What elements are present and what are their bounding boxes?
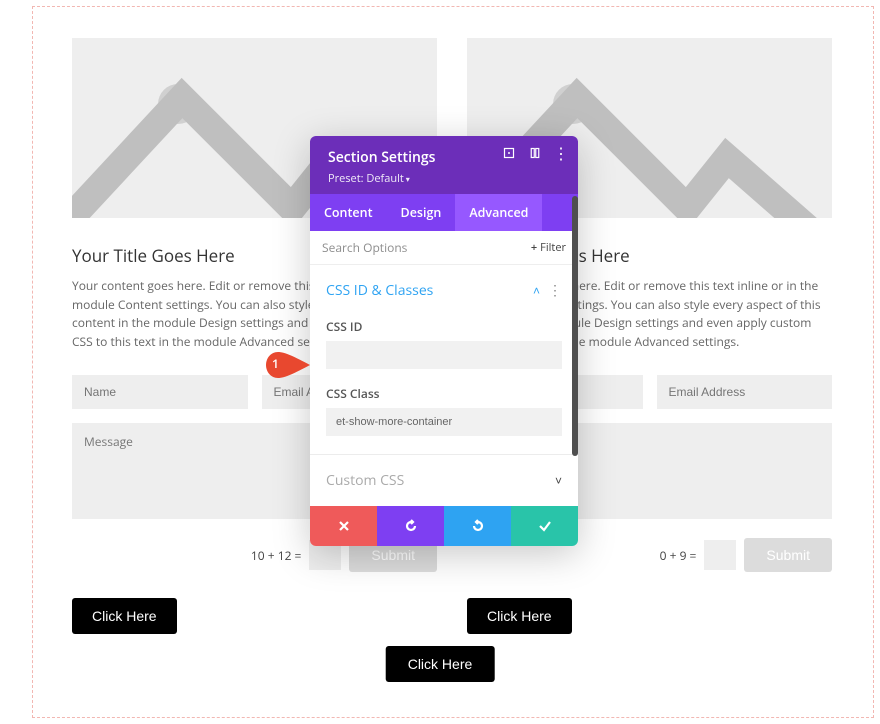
section-custom-css[interactable]: Custom CSS ˅ xyxy=(310,454,578,506)
modal-tabs: Content Design Advanced xyxy=(310,194,578,231)
submit-button[interactable]: Submit xyxy=(744,538,832,572)
undo-button[interactable] xyxy=(377,506,444,546)
chevron-up-icon[interactable]: ˄ xyxy=(533,282,540,299)
chevron-down-icon: ˅ xyxy=(555,472,562,489)
css-id-input[interactable] xyxy=(326,341,562,369)
plus-icon: + xyxy=(531,240,537,255)
panel-body: CSS ID & Classes ˄ ⋮ CSS ID CSS Class xyxy=(310,265,578,454)
section-more-icon[interactable]: ⋮ xyxy=(548,284,562,298)
search-input[interactable]: Search Options xyxy=(322,239,407,256)
modal-header: Section Settings Preset: Default▾ ⋮ xyxy=(310,136,578,194)
section-css-id-classes[interactable]: CSS ID & Classes ˄ ⋮ xyxy=(326,275,562,310)
preset-selector[interactable]: Preset: Default▾ xyxy=(328,171,564,186)
caret-down-icon: ▾ xyxy=(406,174,410,185)
click-here-center-button[interactable]: Click Here xyxy=(386,646,495,682)
name-field[interactable] xyxy=(72,375,248,409)
search-options-bar: Search Options +Filter xyxy=(310,231,578,265)
preset-label: Preset: Default xyxy=(328,171,404,186)
cancel-button[interactable] xyxy=(310,506,377,546)
redo-button[interactable] xyxy=(444,506,511,546)
modal-header-icons: ⋮ xyxy=(502,146,568,160)
css-class-label: CSS Class xyxy=(326,385,562,402)
click-here-button[interactable]: Click Here xyxy=(72,598,177,634)
filter-label: Filter xyxy=(540,240,566,255)
css-id-label: CSS ID xyxy=(326,318,562,335)
snap-icon[interactable] xyxy=(528,146,542,160)
modal-footer xyxy=(310,506,578,546)
captcha-input[interactable] xyxy=(704,540,736,570)
css-class-input[interactable] xyxy=(326,408,562,436)
section-title: CSS ID & Classes xyxy=(326,281,523,300)
click-here-button[interactable]: Click Here xyxy=(467,598,572,634)
modal-scrollbar[interactable] xyxy=(572,196,578,456)
captcha-label: 10 + 12 = xyxy=(251,547,302,564)
more-icon[interactable]: ⋮ xyxy=(554,146,568,160)
captcha-label: 0 + 9 = xyxy=(660,547,697,564)
tab-design[interactable]: Design xyxy=(387,194,456,231)
custom-css-label: Custom CSS xyxy=(326,471,404,490)
filter-button[interactable]: +Filter xyxy=(531,240,566,255)
section-settings-modal: Section Settings Preset: Default▾ ⋮ Cont… xyxy=(310,136,578,546)
expand-icon[interactable] xyxy=(502,146,516,160)
save-button[interactable] xyxy=(511,506,578,546)
email-field[interactable] xyxy=(657,375,833,409)
tab-content[interactable]: Content xyxy=(310,194,387,231)
tab-advanced[interactable]: Advanced xyxy=(455,194,542,231)
